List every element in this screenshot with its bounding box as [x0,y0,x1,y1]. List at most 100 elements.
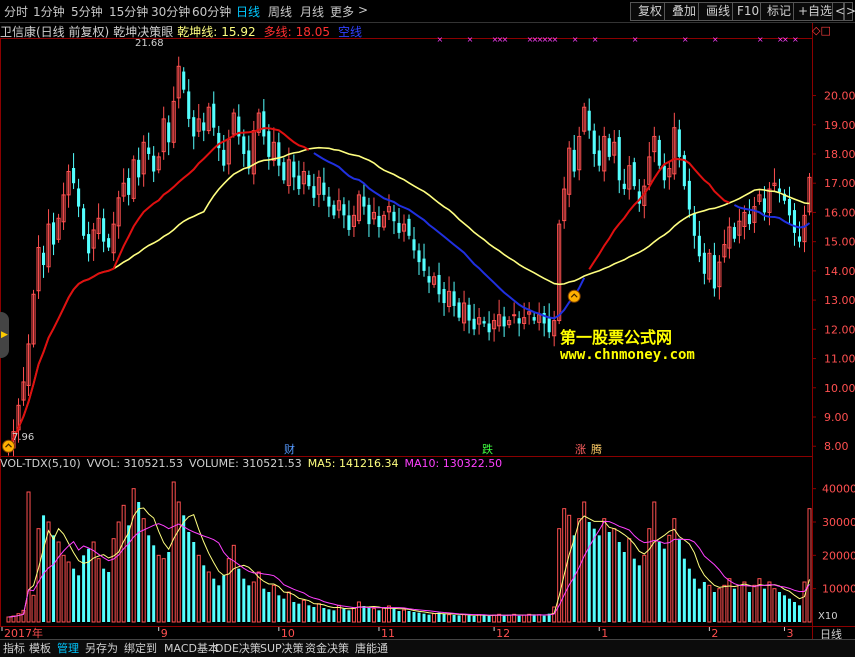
expand-arrow-icon[interactable]: ▶ [1,330,8,340]
volume-bar-down[interactable] [342,608,346,622]
candle-body-down[interactable] [502,316,506,327]
candle-body-down[interactable] [137,159,141,178]
candle-body-down[interactable] [747,214,751,225]
candle-body-down[interactable] [592,130,596,154]
volume-bar-down[interactable] [532,615,536,622]
volume-bar-up[interactable] [351,607,356,623]
candle-body-down[interactable] [457,302,461,318]
volume-bar-up[interactable] [251,581,256,623]
candle-body-down[interactable] [392,211,396,222]
volume-bar-down[interactable] [472,616,476,622]
volume-bar-up[interactable] [156,554,161,623]
candle-body-down[interactable] [417,250,421,263]
volume-bar-up[interactable] [196,554,201,623]
volume-bar-down[interactable] [202,565,206,622]
volume-bar-down[interactable] [72,568,76,622]
candle-body-down[interactable] [657,139,661,166]
candle-body-up[interactable] [512,314,517,317]
volume-bar-down[interactable] [377,610,381,622]
tab-save-as[interactable]: 另存为 [85,641,118,656]
candle-body-down[interactable] [292,161,296,178]
volume-bar-down[interactable] [297,603,301,622]
volume-bar-up[interactable] [667,534,672,623]
candle-body-down[interactable] [367,204,371,225]
candle-body-down[interactable] [242,136,246,154]
volume-bar-down[interactable] [102,568,106,622]
tab-fenshi[interactable]: 分时 [4,3,28,20]
candle-body-down[interactable] [277,142,281,166]
volume-bar-up[interactable] [61,554,66,623]
volume-bar-up[interactable] [96,558,101,623]
volume-bar-down[interactable] [322,608,326,622]
volume-bar-up[interactable] [737,584,742,623]
candle-body-down[interactable] [702,252,706,274]
volume-bar-up[interactable] [271,584,276,623]
volume-bar-up[interactable] [807,508,812,623]
candle-body-down[interactable] [452,291,456,306]
volume-bar-up[interactable] [582,501,587,623]
volume-bar-down[interactable] [622,552,626,622]
candle-body-down[interactable] [222,149,226,166]
tab-5min[interactable]: 5分钟 [71,3,103,20]
volume-bar-down[interactable] [87,548,91,622]
volume-bar-down[interactable] [467,615,471,622]
volume-bar-down[interactable] [697,588,701,622]
volume-bar-up[interactable] [752,584,757,623]
volume-bar-down[interactable] [412,612,416,622]
tab-daily[interactable]: 日线 [236,3,260,20]
volume-bar-up[interactable] [602,518,607,623]
volume-bar-down[interactable] [182,515,186,622]
volume-bar-up[interactable] [492,614,497,623]
volume-bar-down[interactable] [637,565,641,622]
volume-bar-down[interactable] [657,542,661,622]
candle-body-down[interactable] [622,183,626,190]
tab-monthly[interactable]: 月线 [300,3,324,20]
indicator-name[interactable]: 乾坤决策眼 [113,25,173,39]
volume-bar-up[interactable] [462,613,467,623]
more-chevron-icon[interactable]: > [358,3,368,17]
nav-left-icon[interactable]: < [832,2,845,21]
tab-indicator[interactable]: 指标 [3,641,25,656]
volume-bar-down[interactable] [607,532,611,622]
volume-bar-down[interactable] [782,595,786,622]
volume-bar-down[interactable] [307,605,311,622]
event-zhang[interactable]: 涨 [575,441,586,457]
candle-body-down[interactable] [327,196,331,207]
volume-bar-down[interactable] [732,588,736,622]
volume-bar-down[interactable] [422,613,426,622]
volume-bar-up[interactable] [522,614,527,623]
candle-body-down[interactable] [547,318,551,333]
volume-bar-down[interactable] [247,585,251,622]
volume-bar-up[interactable] [742,581,747,623]
volume-bar-down[interactable] [747,592,751,622]
volume-bar-up[interactable] [727,578,732,623]
volume-bar-up[interactable] [31,594,36,623]
volume-bar-up[interactable] [26,491,31,623]
volume-bar-down[interactable] [687,568,691,622]
volume-bar-down[interactable] [347,610,351,622]
candle-body-down[interactable] [437,274,441,295]
volume-bar-up[interactable] [432,613,437,623]
volume-bar-down[interactable] [212,578,216,622]
candle-body-down[interactable] [347,215,351,230]
candle-body-down[interactable] [442,289,446,304]
tab-sup[interactable]: SUP决策 [260,641,304,656]
candle-body-down[interactable] [687,180,691,210]
add-favorite-button[interactable]: +自选 [793,2,835,21]
volume-bar-up[interactable] [121,504,126,623]
volume-bar-down[interactable] [632,558,636,622]
volume-bar-down[interactable] [437,612,441,622]
volume-bar-up[interactable] [66,561,71,623]
volume-bar-down[interactable] [482,615,486,622]
volume-bar-up[interactable] [176,501,181,623]
volume-bar-up[interactable] [56,541,61,623]
volume-bar-down[interactable] [362,606,366,622]
candle-body-down[interactable] [212,103,216,128]
volume-bar-down[interactable] [327,609,331,622]
volume-bar-up[interactable] [562,508,567,623]
candle-body-down[interactable] [262,111,266,137]
tab-manage[interactable]: 管理 [57,641,79,656]
volume-bar-down[interactable] [787,598,791,622]
volume-bar-up[interactable] [161,558,166,623]
volume-bar-down[interactable] [312,607,316,622]
